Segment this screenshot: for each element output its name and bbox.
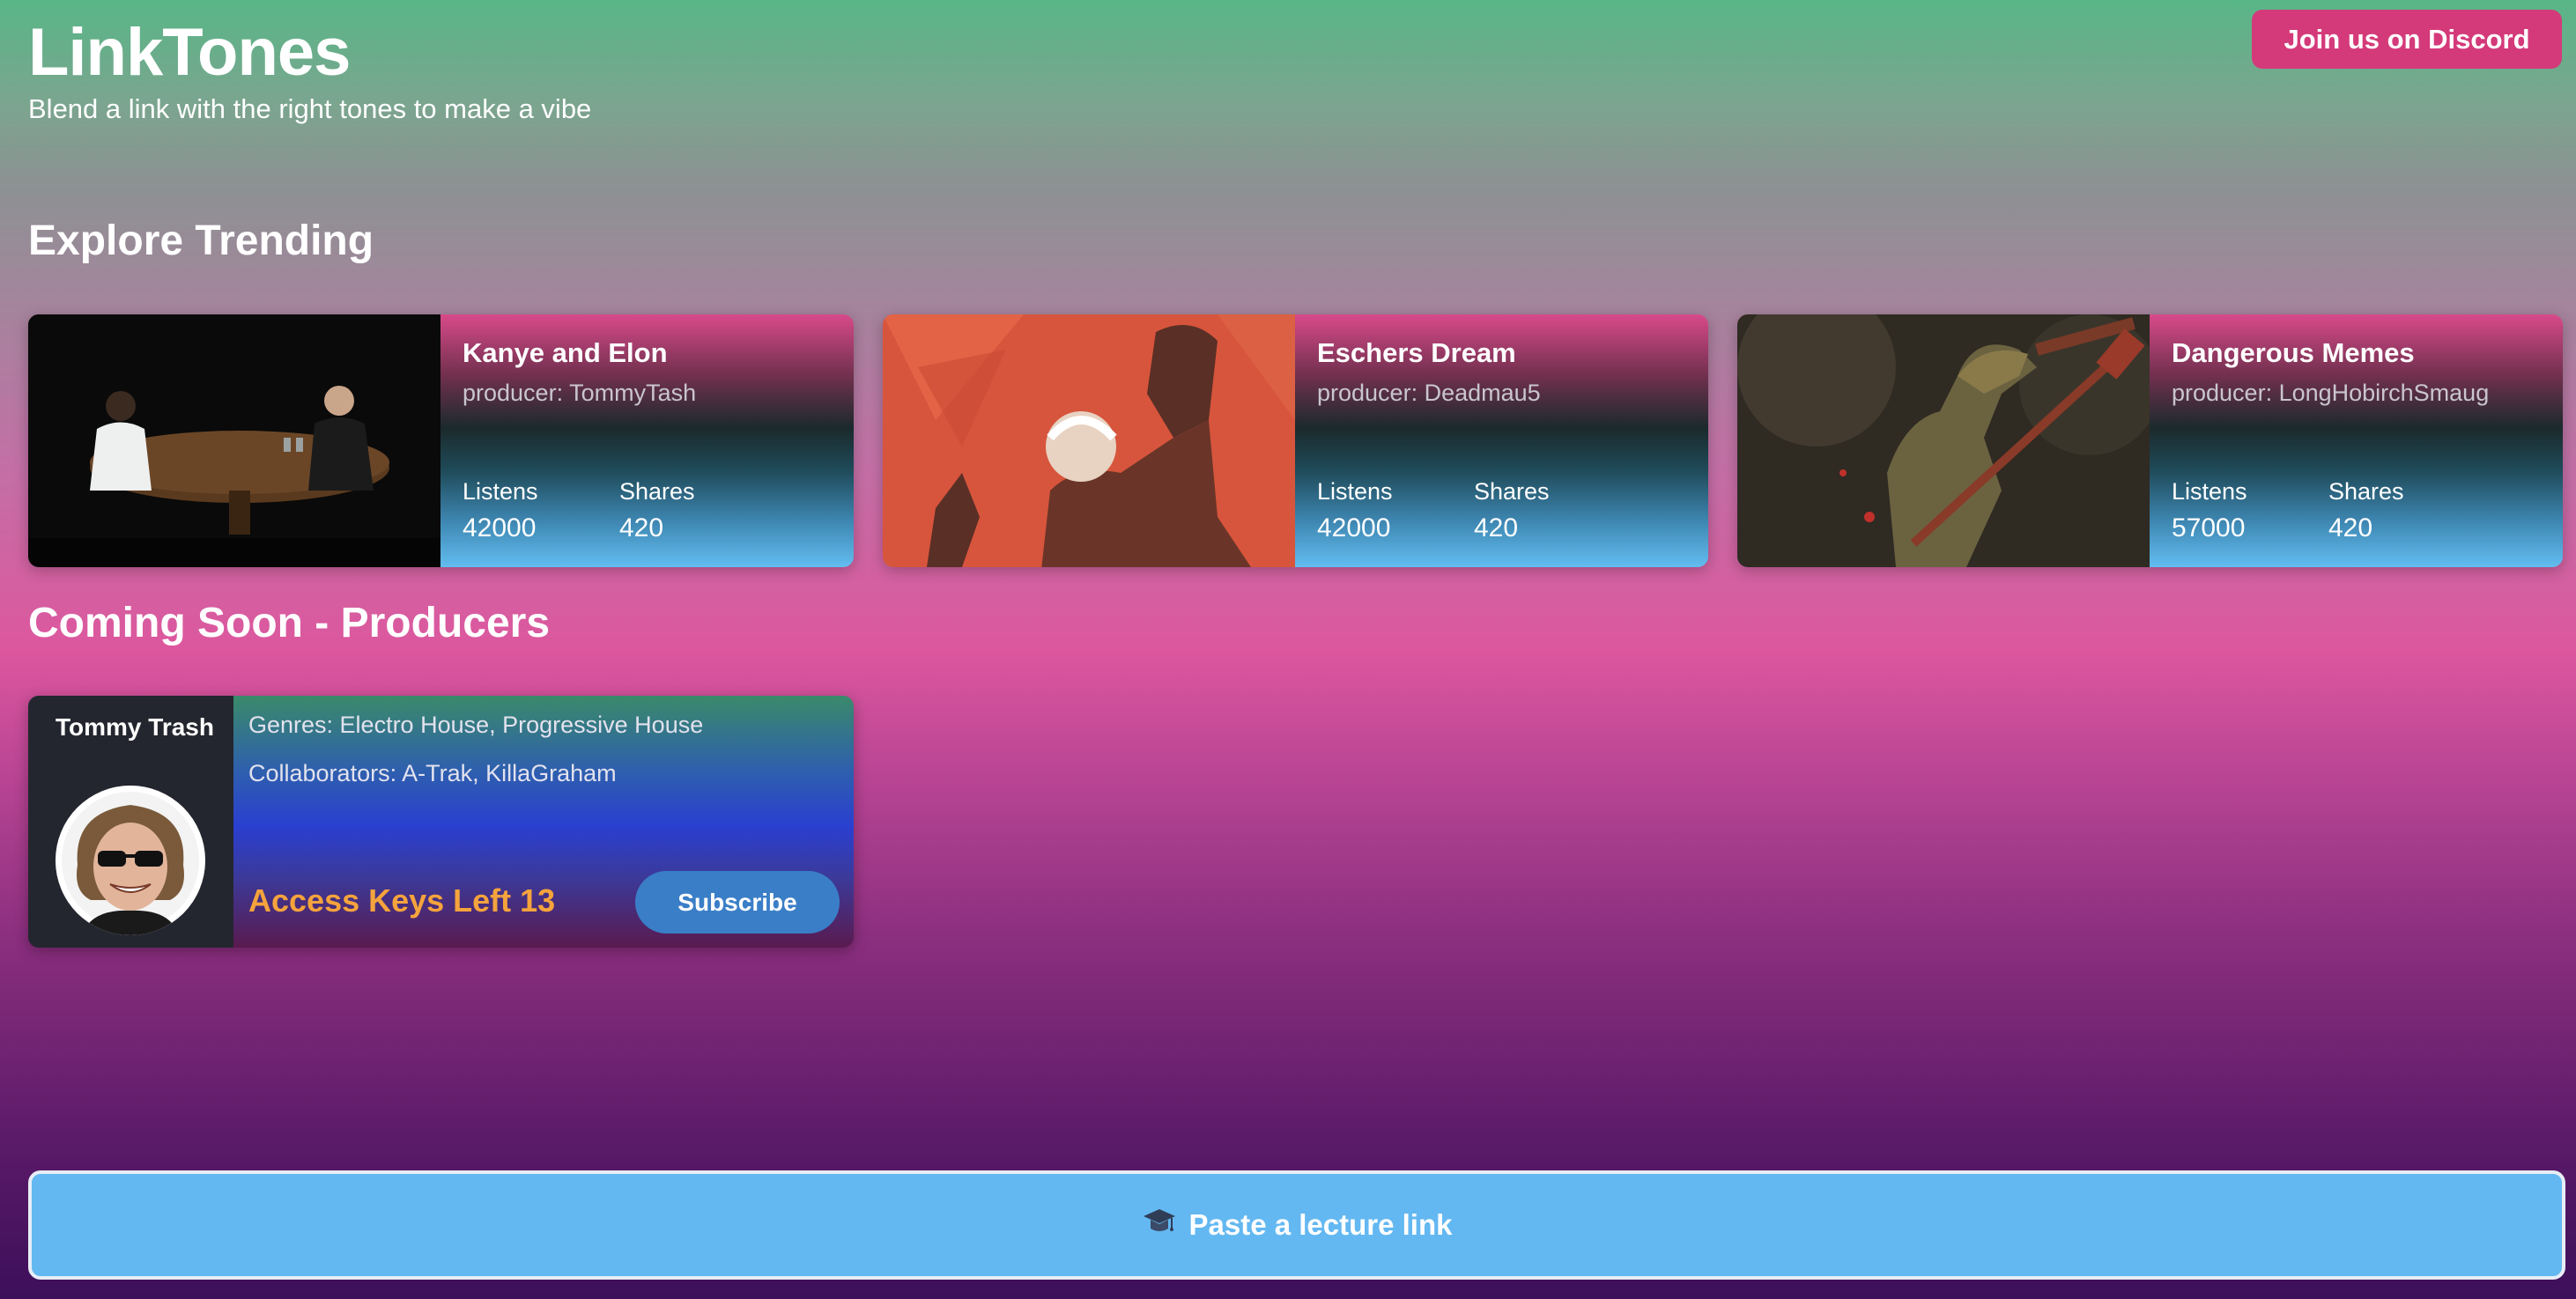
track-name: Eschers Dream bbox=[1317, 337, 1516, 368]
track-producer: producer: LongHobirchSmaug bbox=[2172, 380, 2490, 406]
listens-label: Listens bbox=[1317, 478, 1393, 505]
discord-button[interactable]: Join us on Discord bbox=[2252, 10, 2562, 69]
shares-count: 420 bbox=[619, 513, 664, 542]
track-producer: producer: TommyTash bbox=[463, 380, 697, 406]
producer-genres: Genres: Electro House, Progressive House bbox=[248, 712, 704, 738]
access-keys-left: Access Keys Left 13 bbox=[248, 882, 556, 919]
app-subtitle: Blend a link with the right tones to mak… bbox=[28, 93, 592, 124]
producers-section-title: Coming Soon - Producers bbox=[28, 600, 551, 646]
paste-label: Paste a lecture link bbox=[1188, 1208, 1453, 1241]
producer-collaborators: Collaborators: A-Trak, KillaGraham bbox=[248, 760, 617, 786]
listens-label: Listens bbox=[463, 478, 538, 505]
paste-lecture-link-button[interactable]: Paste a lecture link bbox=[28, 1170, 2565, 1280]
app-title: LinkTones bbox=[28, 15, 351, 90]
track-name: Kanye and Elon bbox=[463, 337, 668, 368]
shares-count: 420 bbox=[2328, 513, 2373, 542]
trending-section-title: Explore Trending bbox=[28, 218, 374, 264]
track-thumbnail bbox=[1737, 314, 2150, 567]
shares-label: Shares bbox=[1474, 478, 1550, 505]
producer-name: Tommy Trash bbox=[56, 713, 214, 741]
producer-profile: Tommy Trash bbox=[28, 696, 233, 948]
listens-count: 42000 bbox=[1317, 513, 1391, 542]
track-card[interactable]: Eschers Dream producer: Deadmau5 Listens… bbox=[883, 314, 1708, 567]
track-card[interactable]: Dangerous Memes producer: LongHobirchSma… bbox=[1737, 314, 2563, 567]
track-thumbnail bbox=[883, 314, 1295, 567]
listens-count: 57000 bbox=[2172, 513, 2246, 542]
graduation-cap-icon bbox=[1142, 1204, 1177, 1247]
track-card[interactable]: Kanye and Elon producer: TommyTash Liste… bbox=[28, 314, 854, 567]
track-name: Dangerous Memes bbox=[2172, 337, 2415, 368]
track-thumbnail bbox=[28, 314, 440, 567]
avatar bbox=[56, 786, 205, 935]
subscribe-button[interactable]: Subscribe bbox=[635, 871, 840, 934]
shares-label: Shares bbox=[619, 478, 695, 505]
shares-label: Shares bbox=[2328, 478, 2404, 505]
shares-count: 420 bbox=[1474, 513, 1519, 542]
track-producer: producer: Deadmau5 bbox=[1317, 380, 1541, 406]
producer-card[interactable]: Tommy Trash Genres: Electro House, Progr… bbox=[28, 696, 854, 948]
listens-count: 42000 bbox=[463, 513, 537, 542]
listens-label: Listens bbox=[2172, 478, 2247, 505]
